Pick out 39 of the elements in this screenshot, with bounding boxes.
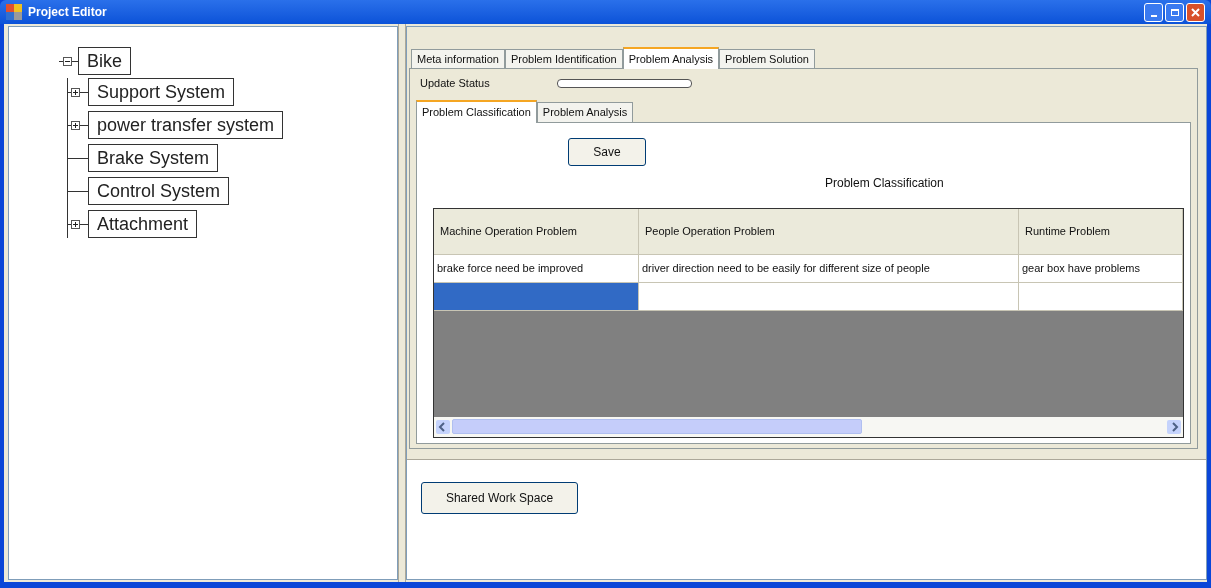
- tab[interactable]: Problem Analysis: [622, 47, 720, 69]
- scroll-left-icon[interactable]: [436, 419, 450, 434]
- column-header[interactable]: Runtime Problem: [1019, 208, 1183, 255]
- minimize-button[interactable]: [1144, 2, 1163, 22]
- plus-icon[interactable]: [71, 120, 80, 130]
- column-header[interactable]: People Operation Problem: [639, 208, 1019, 255]
- tab[interactable]: Problem Analysis: [536, 101, 634, 122]
- table-cell[interactable]: [1019, 282, 1183, 311]
- tree-node[interactable]: Control System: [88, 177, 230, 205]
- tab[interactable]: Problem Classification: [416, 99, 537, 123]
- save-button[interactable]: Save: [568, 137, 646, 166]
- table-cell[interactable]: [434, 282, 639, 311]
- close-button[interactable]: [1186, 2, 1205, 22]
- table-cell[interactable]: gear box have problems: [1019, 254, 1183, 283]
- tree-node[interactable]: Bike: [78, 47, 131, 75]
- maximize-button[interactable]: [1165, 2, 1184, 22]
- grid-title: Problem Classification: [825, 174, 945, 192]
- update-status-label: Update Status: [420, 76, 491, 91]
- window-title: Project Editor: [28, 4, 107, 21]
- tree-node[interactable]: Brake System: [88, 144, 219, 172]
- tab[interactable]: Problem Solution: [719, 49, 815, 68]
- shared-work-space-button[interactable]: Shared Work Space: [421, 481, 578, 514]
- tab[interactable]: Problem Identification: [504, 49, 623, 68]
- column-header[interactable]: Machine Operation Problem: [434, 208, 639, 255]
- table-cell[interactable]: driver direction need to be easily for different size of people: [639, 254, 1019, 283]
- app-icon: [6, 4, 22, 20]
- table-cell[interactable]: brake force need be improved: [434, 254, 639, 283]
- tab[interactable]: Meta information: [411, 49, 505, 68]
- scrollbar-thumb[interactable]: [452, 419, 862, 434]
- scroll-right-icon[interactable]: [1167, 419, 1181, 434]
- plus-icon[interactable]: [71, 219, 80, 229]
- table-cell[interactable]: [639, 282, 1019, 311]
- horizontal-scrollbar[interactable]: [434, 416, 1183, 437]
- minus-icon[interactable]: [63, 56, 72, 66]
- tree-node[interactable]: power transfer system: [88, 111, 284, 139]
- tree-node[interactable]: Attachment: [88, 210, 198, 238]
- close-icon: [1191, 7, 1200, 17]
- tree-node[interactable]: Support System: [88, 78, 235, 106]
- plus-icon[interactable]: [71, 87, 80, 97]
